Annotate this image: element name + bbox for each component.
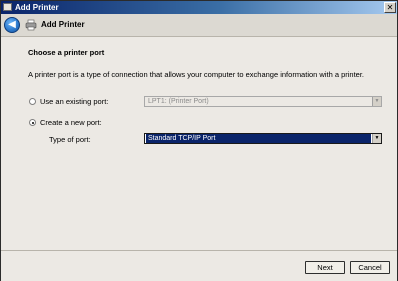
port-type-value: Standard TCP/IP Port	[146, 134, 371, 143]
existing-port-value: LPT1: (Printer Port)	[148, 98, 209, 105]
wizard-title: Add Printer	[41, 20, 85, 29]
chevron-down-icon[interactable]: ▼	[372, 97, 381, 106]
wizard-footer: Next Cancel	[1, 250, 397, 281]
port-type-label: Type of port:	[49, 135, 91, 144]
wizard-header: ◀ Add Printer	[1, 14, 397, 37]
back-arrow-icon: ◀	[8, 19, 16, 30]
title-bar[interactable]: Add Printer ✕	[1, 1, 397, 14]
chevron-down-icon[interactable]: ▼	[372, 134, 381, 143]
wizard-content: Choose a printer port A printer port is …	[1, 37, 397, 250]
existing-port-dropdown[interactable]: LPT1: (Printer Port) ▼	[144, 96, 382, 107]
window-title: Add Printer	[15, 3, 59, 12]
port-type-dropdown[interactable]: Standard TCP/IP Port ▼	[144, 133, 382, 144]
window-printer-icon	[3, 3, 12, 11]
cancel-button[interactable]: Cancel	[350, 261, 390, 274]
create-new-port-radio[interactable]	[29, 119, 36, 126]
back-button[interactable]: ◀	[4, 17, 20, 33]
next-button[interactable]: Next	[305, 261, 345, 274]
close-button[interactable]: ✕	[384, 2, 396, 13]
create-new-port-label[interactable]: Create a new port:	[40, 118, 102, 127]
use-existing-port-label[interactable]: Use an existing port:	[40, 97, 108, 106]
page-description: A printer port is a type of connection t…	[28, 70, 365, 79]
add-printer-window: Add Printer ✕ ◀ Add Printer Choose a pri…	[0, 0, 398, 281]
page-heading: Choose a printer port	[28, 48, 105, 57]
use-existing-port-radio[interactable]	[29, 98, 36, 105]
printer-icon	[25, 19, 37, 31]
